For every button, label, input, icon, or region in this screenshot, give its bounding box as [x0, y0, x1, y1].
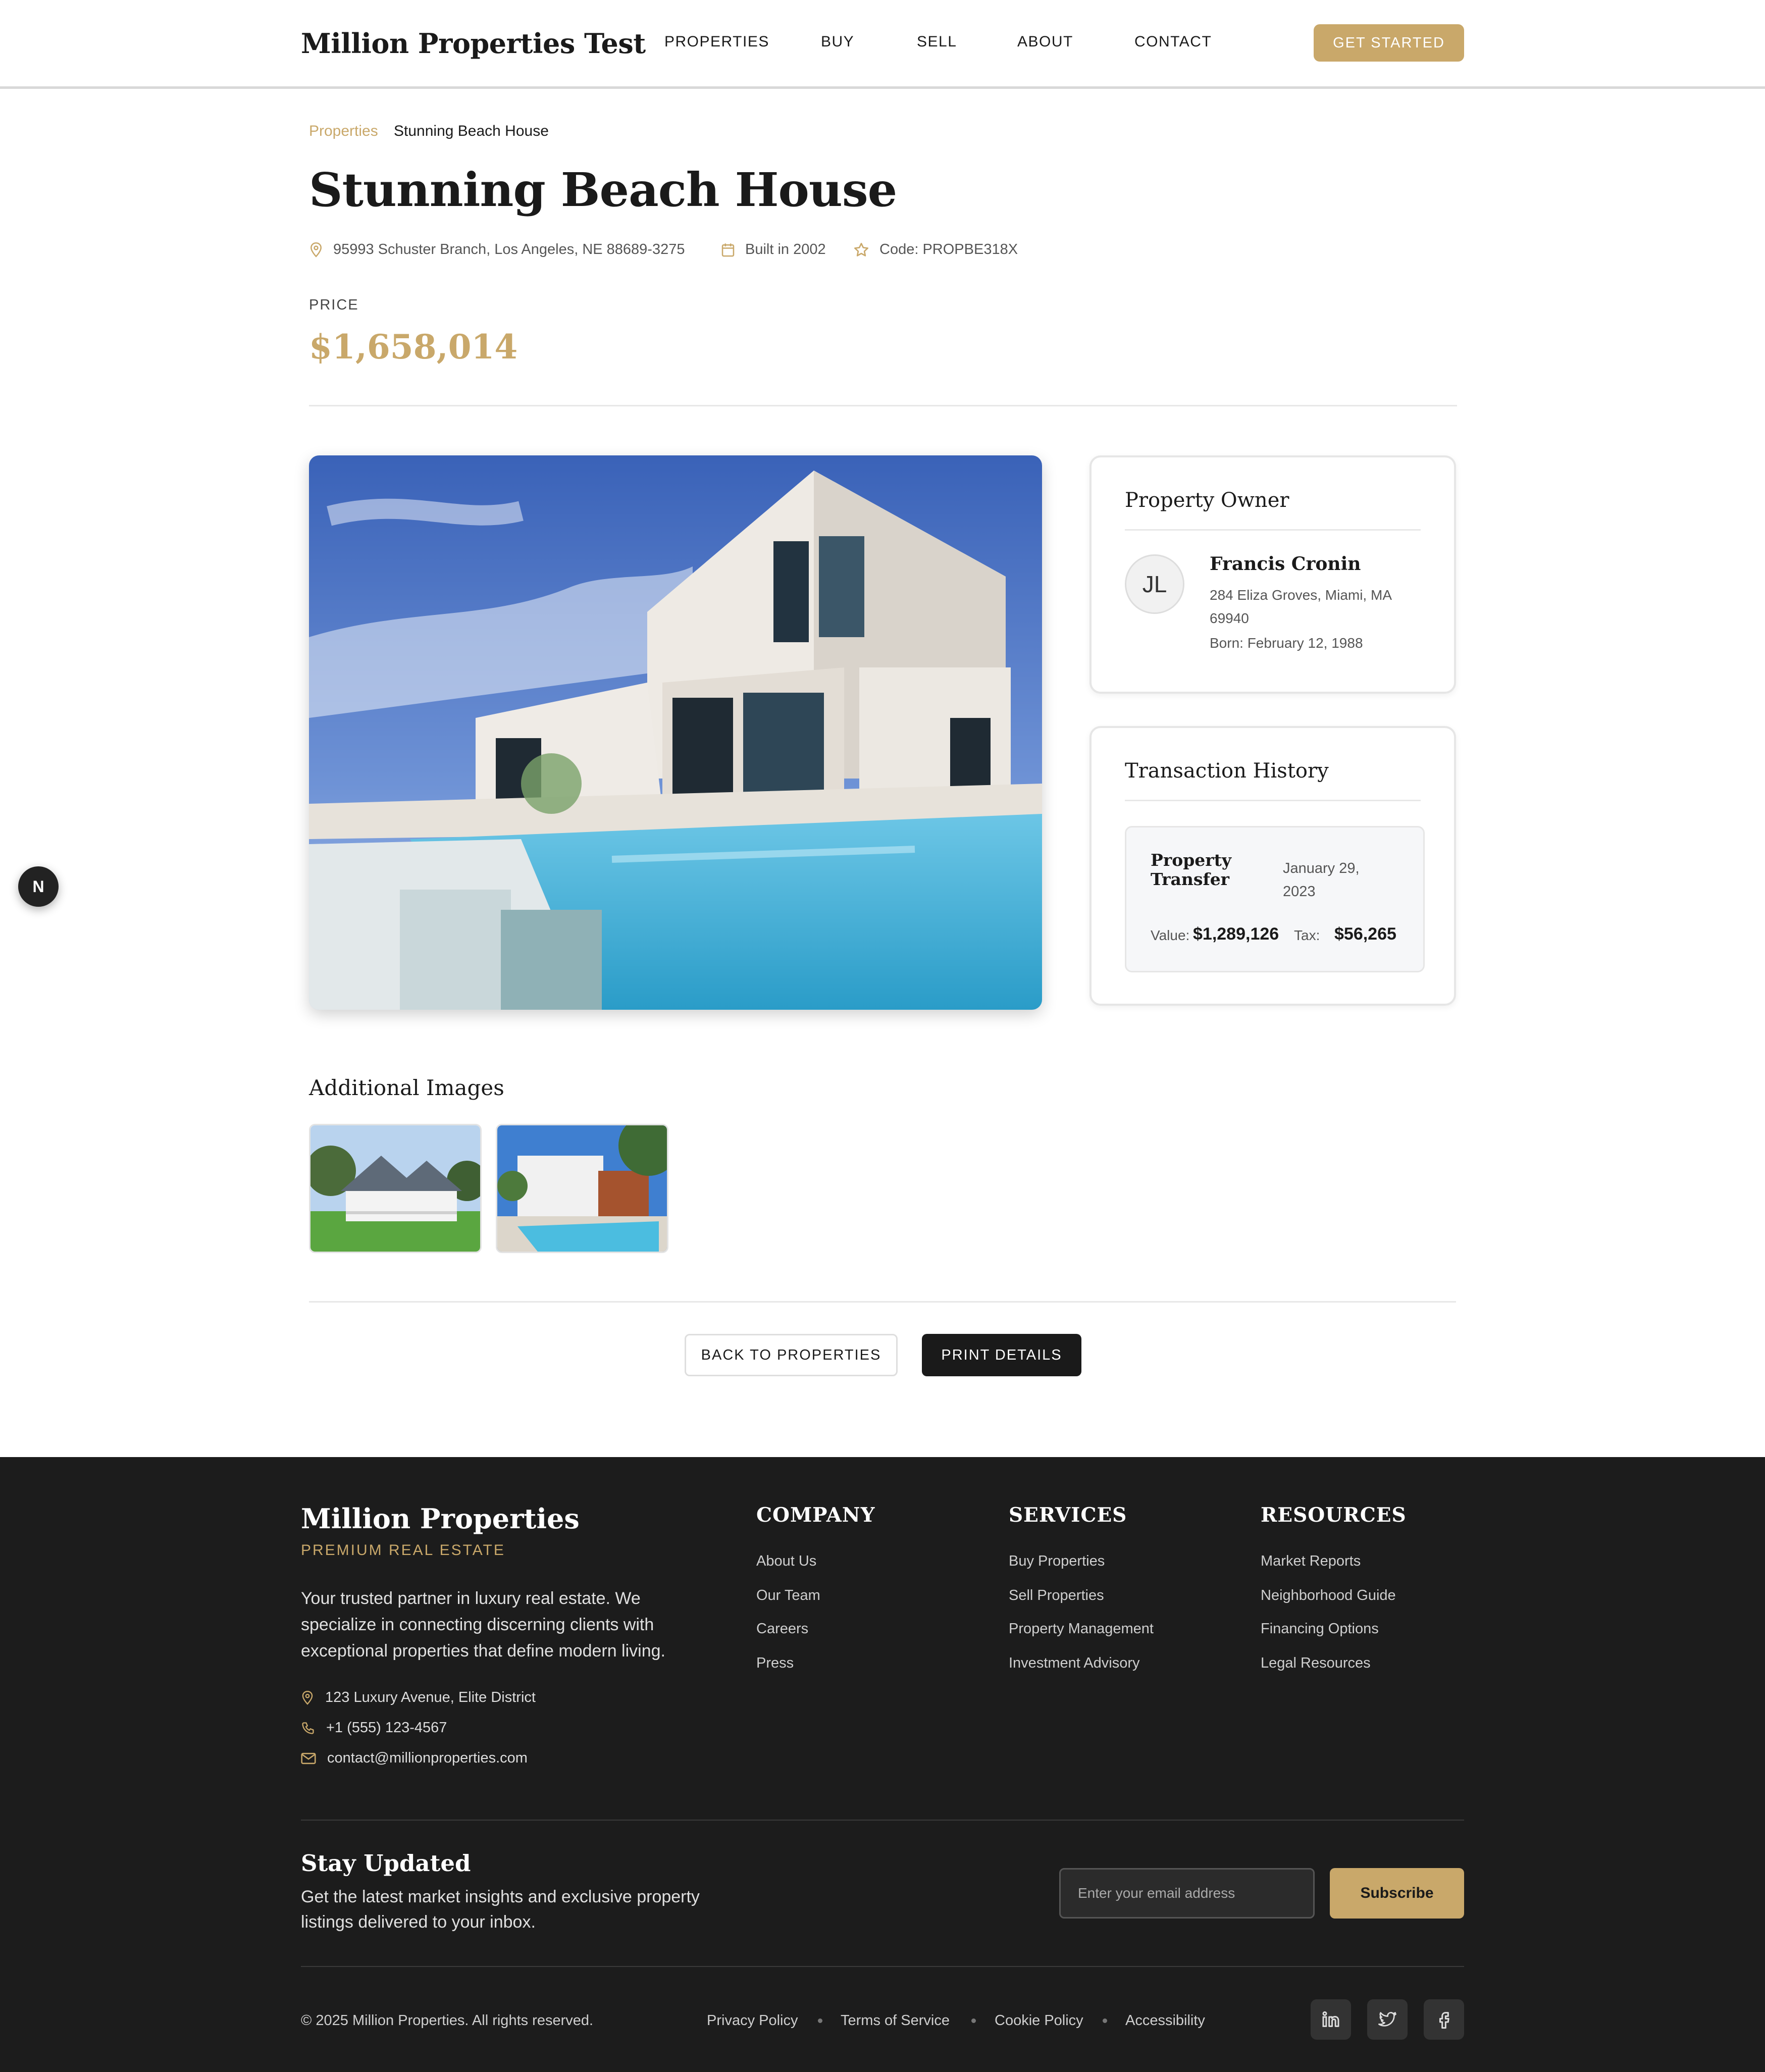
- property-address-meta: 95993 Schuster Branch, Los Angeles, NE 8…: [309, 241, 685, 258]
- transaction-tax: $56,265: [1334, 924, 1396, 944]
- breadcrumb-current: Stunning Beach House: [394, 123, 549, 139]
- transaction-history-card: Transaction History Property Transfer Ja…: [1089, 726, 1456, 1006]
- transaction-value-label: Value:: [1151, 927, 1190, 943]
- owner-address: 284 Eliza Groves, Miami, MA 69940: [1210, 587, 1391, 626]
- property-price: $1,658,014: [309, 327, 518, 367]
- get-started-button[interactable]: GET STARTED: [1314, 24, 1464, 62]
- linkedin-icon[interactable]: [1311, 1999, 1351, 2040]
- price-label: PRICE: [309, 297, 359, 313]
- property-address: 95993 Schuster Branch, Los Angeles, NE 8…: [333, 241, 685, 257]
- newsletter-email-input[interactable]: Enter your email address: [1059, 1868, 1315, 1919]
- nav-contact[interactable]: CONTACT: [1134, 33, 1212, 50]
- breadcrumb-properties-link[interactable]: Properties: [309, 123, 378, 140]
- footer-description: Your trusted partner in luxury real esta…: [301, 1589, 665, 1661]
- footer-link-buy-properties[interactable]: Buy Properties: [1009, 1553, 1105, 1570]
- transaction-value: $1,289,126: [1193, 924, 1279, 944]
- property-owner-card: Property Owner JL Francis Cronin 284 Eli…: [1089, 455, 1456, 694]
- property-code: Code: PROPBE318X: [879, 241, 1018, 257]
- footer-email[interactable]: contact@millionproperties.com: [301, 1750, 528, 1767]
- subscribe-button[interactable]: Subscribe: [1330, 1868, 1464, 1919]
- footer-column-resources-heading: RESOURCES: [1261, 1504, 1407, 1527]
- mail-icon: [301, 1752, 316, 1764]
- print-details-button[interactable]: PRINT DETAILS: [922, 1334, 1081, 1376]
- location-pin-icon: [302, 1690, 313, 1705]
- footer-link-investment-advisory[interactable]: Investment Advisory: [1009, 1655, 1140, 1672]
- transaction-tax-label: Tax:: [1294, 927, 1320, 943]
- side-n-badge[interactable]: N: [18, 866, 59, 907]
- card-divider: [1125, 529, 1421, 531]
- footer-link-neighborhood-guide[interactable]: Neighborhood Guide: [1261, 1587, 1396, 1604]
- footer-address: 123 Luxury Avenue, Elite District: [301, 1689, 536, 1706]
- property-title: Stunning Beach House: [309, 163, 897, 217]
- separator-dot: [818, 2018, 822, 2023]
- footer-address-text: 123 Luxury Avenue, Elite District: [325, 1689, 536, 1705]
- site-header: Million Properties Test PROPERTIES BUY S…: [0, 0, 1765, 89]
- property-code-meta: Code: PROPBE318X: [853, 241, 1018, 258]
- footer-link-market-reports[interactable]: Market Reports: [1261, 1553, 1361, 1570]
- back-to-properties-button[interactable]: BACK TO PROPERTIES: [685, 1334, 898, 1376]
- nav-properties[interactable]: PROPERTIES: [664, 33, 769, 50]
- footer-link-careers[interactable]: Careers: [756, 1621, 808, 1637]
- main-property-image[interactable]: [309, 455, 1042, 1010]
- copyright: © 2025 Million Properties. All rights re…: [301, 2012, 594, 2029]
- accessibility-link[interactable]: Accessibility: [1125, 2012, 1205, 2029]
- footer-column-services-heading: SERVICES: [1009, 1504, 1127, 1527]
- footer-brand: Million Properties: [301, 1503, 580, 1535]
- nav-about[interactable]: ABOUT: [1017, 33, 1073, 50]
- star-icon: [854, 242, 868, 256]
- footer-link-legal-resources[interactable]: Legal Resources: [1261, 1655, 1371, 1672]
- footer-link-press[interactable]: Press: [756, 1655, 794, 1672]
- transaction-item: Property Transfer January 29, 2023 Value…: [1125, 826, 1425, 972]
- property-built-meta: Built in 2002: [721, 241, 826, 258]
- owner-name: Francis Cronin: [1210, 553, 1361, 575]
- footer-link-property-management[interactable]: Property Management: [1009, 1621, 1154, 1637]
- footer-link-financing-options[interactable]: Financing Options: [1261, 1621, 1379, 1637]
- newsletter-description: Get the latest market insights and exclu…: [301, 1887, 700, 1932]
- footer-divider: [301, 1966, 1464, 1967]
- cookie-policy-link[interactable]: Cookie Policy: [995, 2012, 1083, 2029]
- additional-image-thumbnail[interactable]: [496, 1124, 668, 1253]
- facebook-icon[interactable]: [1424, 1999, 1464, 2040]
- owner-born: Born: February 12, 1988: [1210, 635, 1363, 651]
- separator-dot: [1103, 2018, 1107, 2023]
- owner-avatar: JL: [1125, 554, 1184, 614]
- property-built-year: Built in 2002: [745, 241, 826, 257]
- footer-divider: [301, 1820, 1464, 1821]
- separator-dot: [971, 2018, 976, 2023]
- transaction-card-heading: Transaction History: [1125, 759, 1329, 783]
- nav-sell[interactable]: SELL: [917, 33, 957, 50]
- twitter-icon[interactable]: [1367, 1999, 1408, 2040]
- site-footer: Million Properties PREMIUM REAL ESTATE Y…: [0, 1457, 1765, 2072]
- footer-phone-text[interactable]: +1 (555) 123-4567: [326, 1720, 447, 1736]
- location-pin-icon: [310, 242, 322, 257]
- footer-link-our-team[interactable]: Our Team: [756, 1587, 820, 1604]
- divider: [309, 1301, 1456, 1303]
- owner-card-heading: Property Owner: [1125, 489, 1289, 512]
- additional-images-heading: Additional Images: [309, 1075, 504, 1100]
- calendar-icon: [721, 243, 735, 256]
- footer-email-text[interactable]: contact@millionproperties.com: [327, 1750, 528, 1767]
- newsletter-heading: Stay Updated: [301, 1850, 471, 1877]
- footer-phone[interactable]: +1 (555) 123-4567: [301, 1720, 447, 1736]
- phone-icon: [302, 1722, 314, 1734]
- footer-tagline: PREMIUM REAL ESTATE: [301, 1542, 505, 1559]
- transaction-type: Property Transfer: [1151, 850, 1232, 889]
- footer-column-company-heading: COMPANY: [756, 1504, 875, 1527]
- divider: [309, 405, 1457, 406]
- additional-image-thumbnail[interactable]: [309, 1124, 482, 1253]
- card-divider: [1125, 800, 1421, 801]
- footer-link-about-us[interactable]: About Us: [756, 1553, 816, 1570]
- footer-link-sell-properties[interactable]: Sell Properties: [1009, 1587, 1104, 1604]
- terms-of-service-link[interactable]: Terms of Service: [841, 2012, 950, 2029]
- privacy-policy-link[interactable]: Privacy Policy: [707, 2012, 798, 2029]
- site-logo[interactable]: Million Properties Test: [301, 27, 646, 60]
- transaction-date: January 29, 2023: [1283, 860, 1360, 900]
- nav-buy[interactable]: BUY: [821, 33, 854, 50]
